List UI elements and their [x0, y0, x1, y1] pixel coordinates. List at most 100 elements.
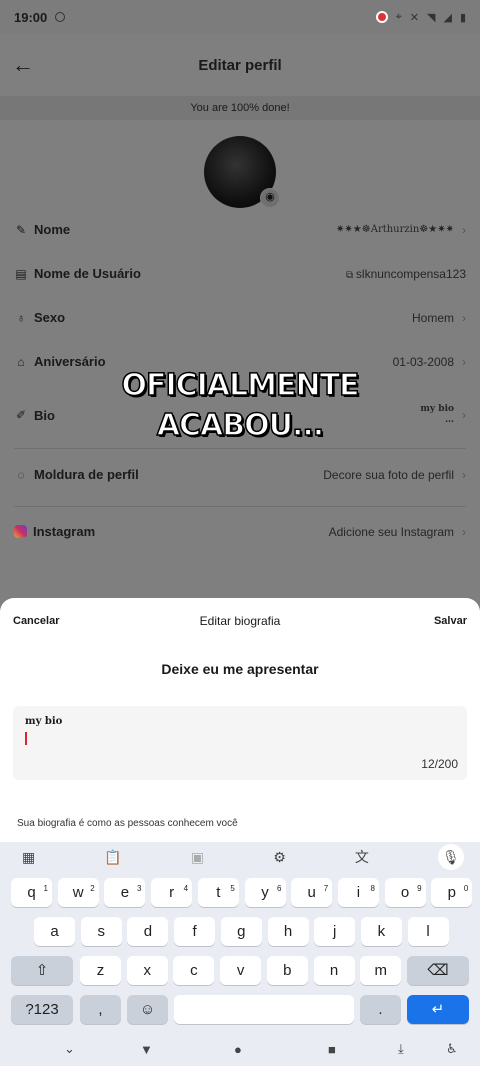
key-g[interactable]: g: [220, 917, 262, 946]
key-w[interactable]: w2: [57, 878, 99, 907]
sticker-icon[interactable]: ▣: [191, 849, 204, 866]
comma-key[interactable]: ,: [80, 995, 121, 1024]
key-n[interactable]: n: [313, 956, 355, 985]
back-triangle-icon[interactable]: ▼: [140, 1042, 153, 1057]
status-bar: 19:00 ⌖ ✕ ◥ ◢ ▮: [0, 0, 480, 34]
divider: [14, 448, 466, 449]
key-a[interactable]: a: [34, 917, 75, 946]
key-o[interactable]: o9: [384, 878, 426, 907]
key-m[interactable]: m: [360, 956, 402, 985]
accessibility-icon[interactable]: ♿: [446, 1041, 458, 1057]
key-h[interactable]: h: [267, 917, 309, 946]
sheet-header: Cancelar Editar biografia Salvar: [0, 598, 480, 644]
recents-square-icon[interactable]: ■: [328, 1042, 336, 1057]
symbols-key[interactable]: ?123: [11, 995, 73, 1024]
key-label: t: [216, 884, 221, 901]
key-number-hint: 7: [323, 884, 329, 893]
bio-input-value: my bio: [25, 716, 63, 727]
pencil-icon: ✎: [15, 222, 27, 237]
instagram-icon: [14, 525, 27, 538]
cancel-button[interactable]: Cancelar: [13, 615, 59, 627]
video-caption-overlay: OFICIALMENTE ACABOU...: [0, 366, 480, 446]
key-i[interactable]: i8: [337, 878, 379, 907]
clipboard-icon[interactable]: 📋: [104, 849, 121, 866]
wifi-icon: ◥: [427, 11, 436, 24]
copy-icon[interactable]: ⧉: [346, 270, 356, 281]
camera-icon[interactable]: ◉: [260, 188, 280, 208]
location-icon: ⌖: [395, 10, 402, 23]
key-label: s: [97, 923, 105, 940]
keyboard-hide-icon[interactable]: ⤓: [398, 1041, 404, 1057]
row-value: ⧉ slknuncompensa123: [346, 267, 466, 281]
key-f[interactable]: f: [174, 917, 216, 946]
row-nome[interactable]: ✎ Nome ✷✷★☸Arthurzin☸★✷✷ ›: [0, 222, 480, 237]
row-instagram[interactable]: Instagram Adicione seu Instagram ›: [0, 524, 480, 539]
emoji-key-icon[interactable]: ☺: [127, 995, 168, 1024]
row-username[interactable]: ▤ Nome de Usuário ⧉ slknuncompensa123: [0, 266, 480, 281]
key-label: g: [237, 923, 246, 940]
key-label: k: [377, 923, 386, 940]
system-nav-bar: ⌄ ▼ ● ■ ⤓ ♿: [0, 1032, 480, 1066]
key-r[interactable]: r4: [151, 878, 193, 907]
key-d[interactable]: d: [127, 917, 169, 946]
text-cursor: [25, 732, 27, 745]
chevron-right-icon: ›: [462, 222, 466, 237]
key-number-hint: 9: [417, 884, 422, 893]
period-key[interactable]: .: [360, 995, 401, 1024]
home-circle-icon[interactable]: ●: [234, 1042, 242, 1057]
key-e[interactable]: e3: [104, 878, 146, 907]
key-number-hint: 5: [230, 884, 235, 893]
key-label: p: [447, 884, 456, 901]
save-button[interactable]: Salvar: [434, 615, 467, 627]
caption-line-2: ACABOU...: [156, 407, 325, 444]
key-label: z: [96, 962, 105, 979]
key-y[interactable]: y6: [244, 878, 286, 907]
key-p[interactable]: p0: [431, 878, 473, 907]
bio-input[interactable]: my bio 12/200: [13, 706, 467, 780]
backspace-key-icon[interactable]: ⌫: [407, 956, 469, 985]
status-icons: ⌖ ✕ ◥ ◢ ▮: [375, 10, 466, 24]
key-j[interactable]: j: [314, 917, 356, 946]
key-number-hint: 1: [43, 884, 48, 893]
key-t[interactable]: t5: [197, 878, 239, 907]
completion-banner: You are 100% done!: [0, 96, 480, 120]
settings-gear-icon[interactable]: ⚙: [273, 849, 286, 866]
key-label: .: [378, 1001, 383, 1018]
key-label: l: [426, 923, 430, 940]
avatar-container[interactable]: ◉: [204, 136, 280, 208]
back-arrow-icon[interactable]: ←: [12, 52, 36, 77]
key-label: n: [329, 962, 339, 979]
row-moldura[interactable]: ◌ Moldura de perfil Decore sua foto de p…: [0, 467, 480, 482]
key-k[interactable]: k: [360, 917, 402, 946]
key-u[interactable]: u7: [291, 878, 333, 907]
key-c[interactable]: c: [173, 956, 215, 985]
key-label: u: [307, 884, 316, 901]
key-l[interactable]: l: [407, 917, 449, 946]
key-b[interactable]: b: [266, 956, 308, 985]
recording-icon: [375, 11, 388, 23]
row-label: Moldura de perfil: [34, 467, 139, 482]
key-q[interactable]: q1: [11, 878, 52, 907]
battery-icon: ▮: [459, 11, 466, 24]
enter-key-icon[interactable]: ↵: [407, 995, 469, 1024]
microphone-icon[interactable]: 🎙: [437, 844, 464, 870]
key-x[interactable]: x: [126, 956, 168, 985]
key-label: i: [356, 884, 361, 901]
bio-hint: Sua biografia é como as pessoas conhecem…: [17, 818, 238, 829]
mute-icon: ✕: [409, 11, 419, 24]
row-value: Homem: [411, 310, 454, 325]
chevron-right-icon: ›: [462, 467, 466, 482]
key-label: m: [374, 962, 387, 979]
sheet-title: Editar biografia: [199, 614, 281, 628]
key-label: h: [283, 923, 293, 940]
translate-icon[interactable]: 文: [355, 847, 369, 867]
row-sexo[interactable]: ♁ Sexo Homem ›: [0, 310, 480, 325]
frame-icon: ◌: [17, 467, 25, 482]
key-s[interactable]: s: [80, 917, 122, 946]
space-key[interactable]: [174, 995, 354, 1024]
key-v[interactable]: v: [220, 956, 262, 985]
chevron-down-icon[interactable]: ⌄: [64, 1041, 75, 1057]
shift-key-icon[interactable]: ⇧: [11, 956, 73, 985]
apps-grid-icon[interactable]: ▦: [22, 849, 35, 866]
key-z[interactable]: z: [80, 956, 121, 985]
